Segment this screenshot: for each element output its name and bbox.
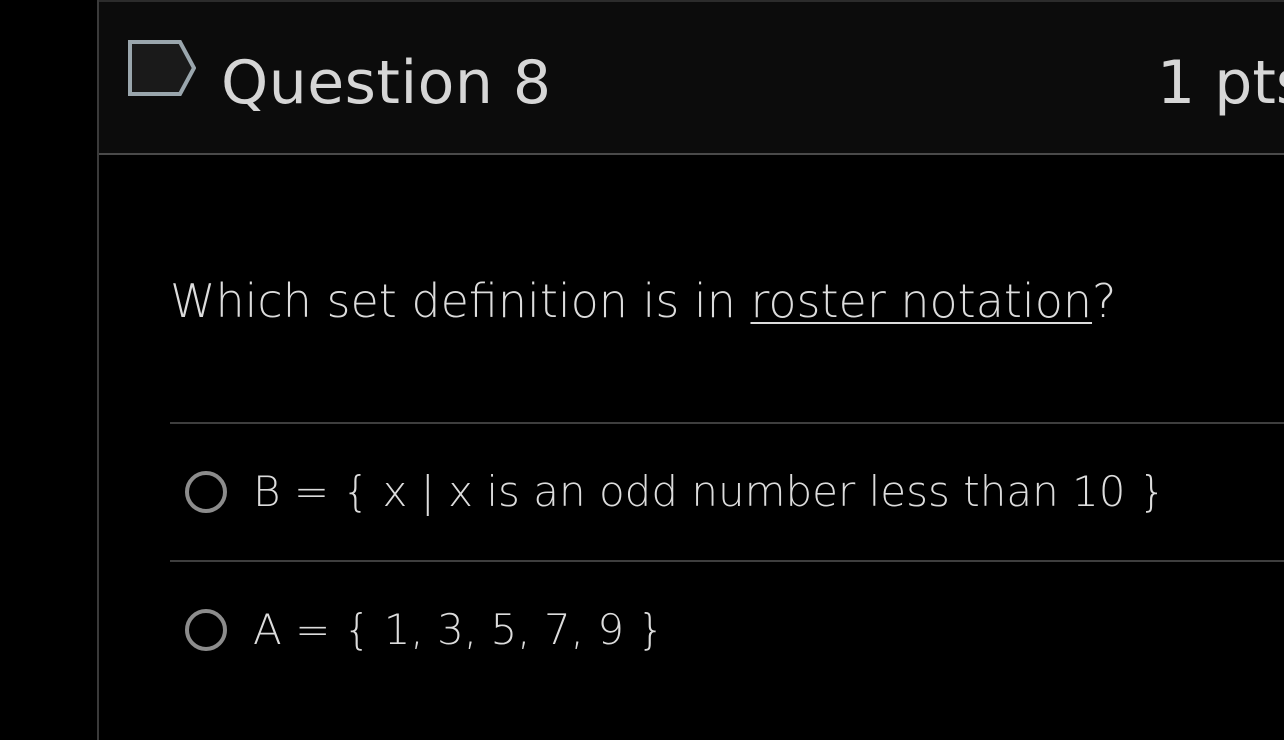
answer-option-b[interactable]: B = { x | x is an odd number less than 1… bbox=[185, 455, 1185, 535]
question-card: Question 8 1 pts Which set definition is… bbox=[97, 0, 1284, 740]
answer-divider bbox=[170, 560, 1284, 562]
question-text: Which set definition is in roster notati… bbox=[170, 268, 1116, 334]
radio-button[interactable] bbox=[185, 471, 227, 513]
page: Question 8 1 pts Which set definition is… bbox=[0, 0, 1284, 740]
roster-notation-link[interactable]: roster notation bbox=[750, 274, 1092, 328]
answer-option-a[interactable]: A = { 1, 3, 5, 7, 9 } bbox=[185, 593, 1185, 673]
radio-button[interactable] bbox=[185, 609, 227, 651]
question-header: Question 8 1 pts bbox=[99, 0, 1284, 155]
question-title: Question 8 bbox=[221, 48, 552, 118]
question-text-before: Which set definition is in bbox=[170, 274, 751, 328]
question-text-after: ? bbox=[1092, 274, 1117, 328]
question-points: 1 pts bbox=[1157, 48, 1284, 118]
answer-label[interactable]: B = { x | x is an odd number less than 1… bbox=[253, 455, 1166, 529]
flag-icon[interactable] bbox=[128, 40, 197, 96]
answer-divider bbox=[170, 422, 1284, 424]
answer-label[interactable]: A = { 1, 3, 5, 7, 9 } bbox=[253, 593, 664, 667]
